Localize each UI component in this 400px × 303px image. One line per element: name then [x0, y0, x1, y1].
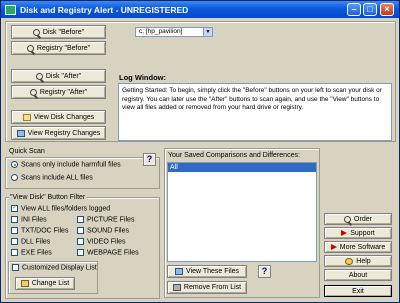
view-registry-changes-button[interactable]: View Registry Changes — [11, 126, 106, 140]
about-button[interactable]: About — [324, 269, 392, 281]
minimize-button[interactable]: – — [347, 3, 361, 16]
scan-harmful-radio[interactable]: Scans only include harmfull files — [11, 161, 121, 168]
magnifier-icon — [344, 215, 352, 223]
list-item[interactable]: All — [168, 163, 316, 172]
help-button[interactable]: Help — [324, 255, 392, 267]
support-button[interactable]: Support — [324, 227, 392, 239]
radio-icon — [11, 174, 18, 181]
change-list-button[interactable]: Change List — [15, 277, 75, 290]
quick-scan-title: Quick Scan — [9, 148, 45, 155]
filter-ini-checkbox[interactable]: INI Files — [11, 216, 47, 223]
log-text: Getting Started: To begin, simply click … — [122, 87, 382, 111]
comparisons-help-button[interactable]: ? — [258, 265, 271, 278]
filter-dll-checkbox[interactable]: DLL Files — [11, 238, 50, 245]
view-disk-changes-button[interactable]: View Disk Changes — [11, 110, 106, 124]
registry-after-button[interactable]: Registry "After" — [11, 85, 106, 99]
checkmark-icon: ✓ — [11, 205, 18, 212]
filter-exe-checkbox[interactable]: EXE Files — [11, 249, 52, 256]
magnifier-icon — [26, 44, 34, 52]
log-window: Getting Started: To begin, simply click … — [118, 83, 392, 141]
order-button[interactable]: Order — [324, 213, 392, 225]
radio-selected-icon — [11, 161, 18, 168]
filter-txt-checkbox[interactable]: TXT/DOC Files — [11, 227, 68, 234]
log-title: Log Window: — [119, 73, 166, 82]
app-window: Disk and Registry Alert - UNREGISTERED –… — [0, 0, 400, 303]
comparisons-list[interactable]: All — [167, 162, 317, 262]
remove-icon — [172, 284, 181, 291]
disk-after-button[interactable]: Disk "After" — [11, 69, 106, 83]
quick-scan-help-button[interactable]: ? — [143, 153, 156, 166]
filter-sound-checkbox[interactable]: SOUND Files — [77, 227, 129, 234]
title-bar: Disk and Registry Alert - UNREGISTERED –… — [1, 1, 399, 18]
arrow-right-icon — [341, 230, 348, 236]
drive-select[interactable]: c: [hp_pavilion] ▼ — [135, 27, 213, 37]
magnifier-icon — [32, 28, 40, 36]
scan-all-radio[interactable]: Scans include ALL files — [11, 174, 93, 181]
filter-title: "View Disk" Button Filter — [9, 194, 87, 201]
comparisons-title: Your Saved Comparisons and Differences: — [168, 152, 300, 159]
filter-video-checkbox[interactable]: VIDEO Files — [77, 238, 126, 245]
app-icon — [5, 4, 16, 15]
filter-picture-checkbox[interactable]: PICTURE Files — [77, 216, 134, 223]
more-software-button[interactable]: More Software — [324, 241, 392, 253]
view-these-files-button[interactable]: View These Files — [167, 265, 247, 278]
help-icon — [345, 257, 354, 265]
arrow-right-icon — [330, 244, 337, 250]
maximize-button[interactable]: □ — [363, 3, 377, 16]
registry-before-button[interactable]: Registry "Before" — [11, 41, 106, 55]
list-icon — [20, 280, 29, 287]
view-files-icon — [174, 268, 183, 275]
magnifier-icon — [35, 72, 43, 80]
disk-changes-icon — [22, 113, 31, 121]
disk-before-button[interactable]: Disk "Before" — [11, 25, 106, 39]
close-button[interactable]: × — [380, 3, 394, 16]
window-title: Disk and Registry Alert - UNREGISTERED — [20, 4, 189, 15]
remove-from-list-button[interactable]: Remove From List — [167, 281, 247, 294]
view-all-checkbox[interactable]: ✓ View ALL files/folders logged — [11, 205, 110, 212]
filter-webpage-checkbox[interactable]: WEBPAGE Files — [77, 249, 139, 256]
magnifier-icon — [29, 88, 37, 96]
customized-checkbox[interactable]: Customized Display List — [12, 264, 97, 271]
chevron-down-icon[interactable]: ▼ — [203, 28, 212, 36]
exit-button[interactable]: Exit — [324, 285, 392, 297]
registry-changes-icon — [16, 129, 25, 137]
